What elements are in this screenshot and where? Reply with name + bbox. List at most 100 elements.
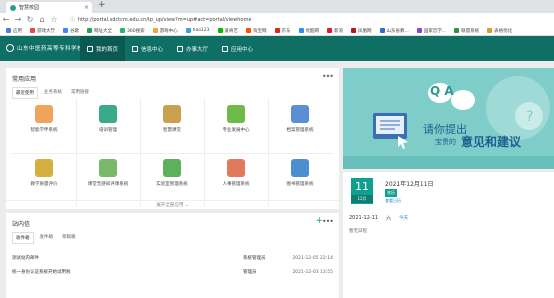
bookmark-icon (30, 28, 35, 33)
app-tile[interactable]: 实验室管理系统 (140, 155, 204, 199)
bookmark-item[interactable]: 谷歌 (63, 28, 79, 34)
star-icon[interactable]: ☆ (48, 15, 60, 24)
message-time: 2021-12-03 13:55 (292, 269, 333, 275)
inbox-panel: 站内信 + ••• 收件箱 发件箱 草稿箱 测试站内邮件 系统管理员 2021-12-0… (6, 213, 339, 298)
nav-label: 应用中心 (231, 46, 254, 53)
tab-title: 智慧校园 (19, 5, 40, 11)
subtab[interactable]: 发件箱 (37, 232, 57, 244)
bookmark-label: 凤凰网 (358, 28, 372, 34)
bookmark-label: 应用 (13, 28, 22, 34)
bookmark-item[interactable]: 爱奇艺 (217, 28, 238, 34)
nav-item[interactable]: 应用中心 (215, 36, 260, 61)
svg-text:?: ? (526, 109, 533, 125)
bookmark-label: 游戏中心 (159, 28, 178, 34)
message-row[interactable]: 统一身份认证系统开始试用啦 管理员 2021-12-03 13:55 (12, 267, 333, 277)
app-tile[interactable]: 图书管理系统 (268, 155, 332, 199)
bookmark-item[interactable]: 山东省教... (379, 28, 409, 34)
lunar-badge[interactable]: 农历 (385, 189, 397, 197)
bookmark-item[interactable]: 京东 (274, 28, 291, 34)
bookmark-item[interactable]: 优酷网 (298, 28, 319, 34)
bookmark-item[interactable]: 表格优化 (487, 28, 512, 34)
app-label: 课堂无感知评课系统 (87, 182, 129, 187)
nav-icon (222, 45, 229, 52)
inbox-more-icon[interactable]: ••• (322, 217, 334, 226)
app-icon (227, 105, 245, 123)
bookmark-icon (298, 28, 304, 33)
app-tile[interactable]: 人事管理系统 (204, 155, 268, 199)
home-icon[interactable]: ⌂ (36, 15, 48, 24)
bookmark-label: hao123 (192, 28, 210, 33)
message-row[interactable]: 测试站内邮件 系统管理员 2021-12-05 22:14 (12, 253, 333, 263)
new-tab-icon[interactable]: + (98, 0, 106, 10)
close-tab-icon[interactable]: × (84, 4, 89, 11)
bookmark-item[interactable]: hao123 (185, 28, 210, 33)
nav-icon (132, 45, 139, 52)
app-label: 档案管理系统 (286, 128, 314, 133)
bookmark-icon (87, 28, 92, 33)
subtab[interactable]: 最近使用 (12, 87, 38, 99)
bookmark-item[interactable]: 应用 (6, 28, 22, 34)
main-nav: 我的首页 信息中心 办事大厅 应用中心 (80, 36, 260, 61)
app-tile[interactable]: 档案管理系统 (268, 101, 332, 145)
favicon-icon (10, 4, 16, 11)
feedback-banner[interactable]: ? Q A 请你提出 宝贵的 意见和建议 (343, 68, 554, 169)
bookmark-label: 360搜索 (127, 28, 145, 34)
bookmark-item[interactable]: 游戏中心 (152, 28, 178, 34)
subtab[interactable]: 业务系统 (41, 87, 65, 99)
view-calendar-link[interactable]: 查看日历 (385, 198, 401, 204)
nav-item[interactable]: 我的首页 (80, 36, 126, 61)
bookmark-item[interactable]: 游戏大厅 (30, 28, 55, 34)
today-link[interactable]: 今天 (399, 215, 408, 222)
reload-icon[interactable]: ↻ (24, 15, 36, 24)
back-icon[interactable]: ← (0, 15, 12, 24)
app-tile[interactable]: 教学质量评价 (12, 155, 76, 199)
school-logo[interactable]: 山东中医药高等专科学校 (6, 44, 83, 52)
app-tile[interactable]: 智慧课堂 (140, 101, 204, 145)
subtab[interactable]: 常用链接 (68, 87, 92, 99)
app-icon (99, 105, 117, 123)
bookmark-label: 表格优化 (494, 28, 513, 34)
bookmark-item[interactable]: 联盟系统 (454, 28, 479, 34)
subtab[interactable]: 收件箱 (12, 232, 34, 244)
info-icon: ⓘ (70, 17, 76, 23)
message-from: 管理员 (243, 270, 257, 275)
nav-icon (177, 45, 184, 52)
no-schedule-text: 暂无日程 (349, 229, 367, 234)
calendar-month: 12月 (351, 195, 373, 203)
bookmark-label: 新浪 (334, 28, 344, 34)
address-bar[interactable]: ⓘ http://portal.sdctcm.edu.cn/tp_up/view… (70, 15, 510, 24)
bookmark-icon (327, 28, 333, 33)
app-icon (163, 105, 181, 123)
expand-apps-button[interactable]: 展开全部应用 ⌄ (6, 200, 339, 209)
bookmark-item[interactable]: 淘宝网 (246, 28, 267, 34)
bookmark-item[interactable]: 新浪 (327, 28, 343, 34)
apps-more-icon[interactable]: ••• (322, 72, 334, 81)
banner-line2-small: 宝贵的 (435, 138, 456, 146)
school-seal-icon (6, 44, 14, 52)
site-header: 山东中医药高等专科学校 我的首页 信息中心 办事大厅 应用中心 (0, 36, 554, 61)
app-tile[interactable]: 专业发展中心 (204, 101, 268, 145)
bookmark-item[interactable]: 360搜索 (120, 28, 145, 34)
app-label: 实验室管理系统 (156, 182, 188, 187)
bookmark-icon (351, 28, 357, 33)
bookmark-icon (454, 28, 460, 33)
app-icon (35, 105, 53, 123)
nav-item[interactable]: 信息中心 (125, 36, 170, 61)
calendar-day: 11 (355, 180, 369, 193)
bookmark-icon (185, 28, 191, 33)
app-tile[interactable]: 课堂无感知评课系统 (76, 155, 140, 199)
app-tile[interactable]: 智能学伴系统 (12, 101, 76, 145)
nav-item[interactable]: 办事大厅 (170, 36, 215, 61)
bookmark-item[interactable]: 网址大全 (87, 28, 112, 34)
app-label: 智慧课堂 (163, 128, 181, 133)
subtab[interactable]: 草稿箱 (59, 232, 79, 244)
bookmark-item[interactable]: 国家哲学... (416, 28, 446, 34)
forward-icon[interactable]: → (12, 15, 24, 24)
browser-tab[interactable]: 智慧校园 × (6, 2, 92, 13)
app-tile[interactable]: 培训管理 (76, 101, 140, 145)
message-subject: 统一身份认证系统开始试用啦 (12, 270, 71, 275)
bookmark-label: 网址大全 (94, 28, 112, 34)
bookmark-label: 谷歌 (70, 28, 79, 34)
app-label: 智能学伴系统 (30, 128, 58, 133)
bookmark-item[interactable]: 凤凰网 (351, 28, 372, 34)
